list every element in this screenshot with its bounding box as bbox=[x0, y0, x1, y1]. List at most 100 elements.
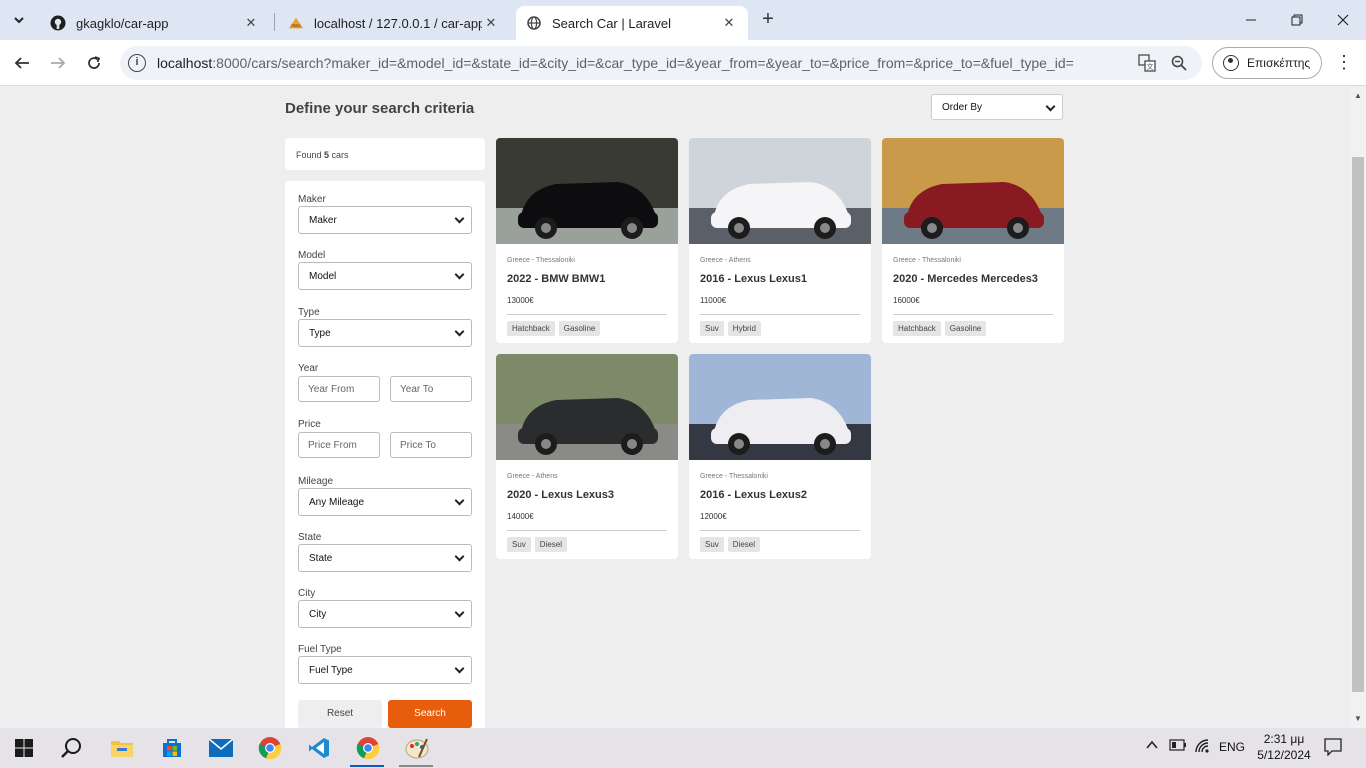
maker-select[interactable]: Maker bbox=[298, 206, 472, 234]
back-arrow-icon[interactable] bbox=[10, 51, 34, 75]
divider bbox=[700, 314, 860, 315]
tab-phpmyadmin[interactable]: PMA localhost / 127.0.0.1 / car-app | ✕ bbox=[278, 6, 510, 40]
chevron-down-icon bbox=[454, 213, 465, 224]
paint-icon[interactable] bbox=[403, 734, 431, 762]
reload-icon[interactable] bbox=[82, 51, 106, 75]
type-value: Type bbox=[309, 328, 331, 339]
close-icon[interactable]: ✕ bbox=[242, 14, 260, 32]
year-from-input[interactable]: Year From bbox=[298, 376, 380, 402]
car-title[interactable]: 2016 - Lexus Lexus1 bbox=[700, 273, 807, 285]
file-explorer-icon[interactable] bbox=[108, 734, 136, 762]
tab-github[interactable]: gkagklo/car-app ✕ bbox=[40, 6, 270, 40]
car-tag: Suv bbox=[700, 321, 724, 336]
kebab-menu-icon[interactable]: ⋮ bbox=[1334, 52, 1354, 74]
search-button[interactable]: Search bbox=[388, 700, 472, 728]
close-window-icon[interactable] bbox=[1320, 0, 1366, 40]
restore-icon[interactable] bbox=[1274, 0, 1320, 40]
new-tab-plus-icon[interactable]: + bbox=[758, 9, 778, 30]
github-icon bbox=[50, 15, 66, 31]
car-card[interactable]: Greece - Athens 2016 - Lexus Lexus1 11000€… bbox=[689, 138, 871, 343]
svg-text:PMA: PMA bbox=[291, 23, 301, 29]
store-icon[interactable] bbox=[158, 734, 186, 762]
address-bar[interactable]: i localhost:8000/cars/search?maker_id=&m… bbox=[120, 46, 1202, 80]
type-select[interactable]: Type bbox=[298, 319, 472, 347]
order-by-select[interactable]: Order By bbox=[931, 94, 1063, 120]
vscode-icon[interactable] bbox=[305, 734, 333, 762]
car-title[interactable]: 2020 - Lexus Lexus3 bbox=[507, 489, 614, 501]
car-price: 12000€ bbox=[700, 512, 727, 521]
car-photo[interactable] bbox=[496, 138, 678, 244]
car-tag: Hatchback bbox=[507, 321, 555, 336]
car-card[interactable]: Greece - Thessaloniki 2016 - Lexus Lexus2… bbox=[689, 354, 871, 559]
price-from-input[interactable]: Price From bbox=[298, 432, 380, 458]
translate-icon[interactable]: 文 bbox=[1138, 54, 1156, 72]
divider bbox=[700, 530, 860, 531]
tab-title: gkagklo/car-app bbox=[76, 15, 169, 31]
car-photo[interactable] bbox=[689, 138, 871, 244]
car-title[interactable]: 2020 - Mercedes Mercedes3 bbox=[893, 273, 1038, 285]
mail-icon[interactable] bbox=[207, 734, 235, 762]
car-tags: Suv Diesel bbox=[507, 537, 568, 552]
network-icon[interactable] bbox=[1194, 738, 1210, 757]
minimize-icon[interactable] bbox=[1228, 0, 1274, 40]
chevron-down-icon bbox=[14, 17, 24, 24]
forward-arrow-icon[interactable] bbox=[46, 51, 70, 75]
car-photo[interactable] bbox=[882, 138, 1064, 244]
car-card[interactable]: Greece - Thessaloniki 2020 - Mercedes Mer… bbox=[882, 138, 1064, 343]
page-scrollbar[interactable]: ▲ ▼ bbox=[1350, 87, 1366, 728]
avatar-icon bbox=[1223, 55, 1239, 71]
model-value: Model bbox=[309, 271, 337, 282]
car-tag: Diesel bbox=[727, 537, 761, 552]
car-title[interactable]: 2022 - BMW BMW1 bbox=[507, 273, 605, 285]
chrome-active-icon[interactable] bbox=[354, 734, 382, 762]
car-tag: Gasoline bbox=[558, 321, 601, 336]
windows-start-icon[interactable] bbox=[10, 734, 38, 762]
car-tag: Suv bbox=[700, 537, 724, 552]
search-icon[interactable] bbox=[58, 734, 86, 762]
close-icon[interactable]: ✕ bbox=[482, 14, 500, 32]
order-by-value: Order By bbox=[942, 102, 983, 113]
state-select[interactable]: State bbox=[298, 544, 472, 572]
fuel-type-select[interactable]: Fuel Type bbox=[298, 656, 472, 684]
car-card[interactable]: Greece - Athens 2020 - Lexus Lexus3 14000€… bbox=[496, 354, 678, 559]
battery-icon[interactable] bbox=[1169, 739, 1187, 754]
profile-button[interactable]: Επισκέπτης bbox=[1212, 47, 1322, 79]
car-location: Greece - Thessaloniki bbox=[893, 257, 961, 264]
zoom-icon[interactable] bbox=[1170, 54, 1188, 72]
mileage-value: Any Mileage bbox=[309, 497, 365, 508]
chevron-down-icon bbox=[454, 663, 465, 674]
tab-search-car[interactable]: Search Car | Laravel ✕ bbox=[516, 6, 748, 40]
site-info-icon[interactable]: i bbox=[128, 54, 146, 72]
car-photo[interactable] bbox=[689, 354, 871, 460]
city-select[interactable]: City bbox=[298, 600, 472, 628]
mileage-select[interactable]: Any Mileage bbox=[298, 488, 472, 516]
model-select[interactable]: Model bbox=[298, 262, 472, 290]
language-indicator[interactable]: ENG bbox=[1219, 740, 1245, 754]
clock[interactable]: 2:31 μμ 5/12/2024 bbox=[1254, 731, 1314, 763]
found-prefix: Found bbox=[296, 150, 325, 160]
scroll-down-arrow-icon[interactable]: ▼ bbox=[1354, 714, 1362, 723]
year-to-input[interactable]: Year To bbox=[390, 376, 472, 402]
reset-button[interactable]: Reset bbox=[298, 700, 382, 728]
scrollbar-thumb[interactable] bbox=[1352, 157, 1364, 692]
url-host: localhost bbox=[157, 55, 213, 71]
price-to-input[interactable]: Price To bbox=[390, 432, 472, 458]
chevron-down-icon bbox=[454, 269, 465, 280]
divider bbox=[507, 530, 667, 531]
chevron-up-icon[interactable] bbox=[1145, 738, 1159, 755]
close-icon[interactable]: ✕ bbox=[720, 14, 738, 32]
state-value: State bbox=[309, 553, 333, 564]
car-photo[interactable] bbox=[496, 354, 678, 460]
car-tag: Suv bbox=[507, 537, 531, 552]
price-label: Price bbox=[298, 419, 321, 430]
car-title[interactable]: 2016 - Lexus Lexus2 bbox=[700, 489, 807, 501]
scroll-up-arrow-icon[interactable]: ▲ bbox=[1354, 91, 1362, 100]
car-card[interactable]: Greece - Thessaloniki 2022 - BMW BMW1 1300… bbox=[496, 138, 678, 343]
car-price: 14000€ bbox=[507, 512, 534, 521]
chevron-down-icon bbox=[454, 326, 465, 337]
chrome-icon[interactable] bbox=[256, 734, 284, 762]
tab-search-button[interactable] bbox=[6, 8, 32, 32]
divider bbox=[893, 314, 1053, 315]
city-value: City bbox=[309, 609, 327, 620]
notification-icon[interactable] bbox=[1324, 738, 1342, 759]
